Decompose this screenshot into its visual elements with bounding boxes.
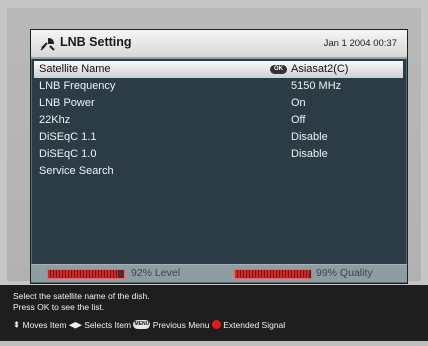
date-time: Jan 1 2004 00:37 bbox=[323, 38, 397, 49]
setting-row-diseqc-1-1[interactable]: DiSEqC 1.1 Disable bbox=[34, 129, 403, 146]
moves-item-label: Moves Item bbox=[22, 319, 67, 330]
satellite-dish-icon bbox=[40, 38, 55, 51]
setting-row-22khz[interactable]: 22Khz Off bbox=[34, 112, 403, 129]
level-bar bbox=[47, 269, 125, 279]
setting-value: On bbox=[291, 97, 306, 109]
level-bar-fill bbox=[48, 270, 118, 278]
previous-menu-label: Previous Menu bbox=[152, 319, 210, 330]
bottom-strip bbox=[0, 341, 428, 346]
signal-meter: 92% Level 99% Quality bbox=[31, 264, 407, 282]
setting-label: Service Search bbox=[39, 165, 114, 177]
setting-value: Disable bbox=[291, 148, 328, 160]
menu-button-icon: MENU bbox=[133, 320, 151, 330]
ok-button-icon: OK bbox=[270, 65, 287, 74]
setting-label: DiSEqC 1.0 bbox=[39, 148, 97, 160]
setting-label: Satellite Name bbox=[39, 63, 111, 75]
quality-text: 99% Quality bbox=[316, 267, 373, 279]
setting-row-lnb-power[interactable]: LNB Power On bbox=[34, 95, 403, 112]
lnb-setting-panel: LNB Setting Jan 1 2004 00:37 Satellite N… bbox=[30, 29, 408, 284]
red-button-icon bbox=[211, 320, 221, 330]
help-footer: Select the satellite name of the dish. P… bbox=[0, 285, 428, 346]
extended-signal-label: Extended Signal bbox=[223, 319, 286, 330]
setting-value: 5150 MHz bbox=[291, 80, 342, 92]
quality-bar-fill bbox=[235, 270, 311, 278]
setting-value: Off bbox=[291, 114, 306, 126]
page-title: LNB Setting bbox=[60, 35, 132, 49]
setting-value: Disable bbox=[291, 131, 328, 143]
setting-row-satellite-name[interactable]: Satellite Name OK Asiasat2(C) bbox=[34, 61, 403, 78]
left-right-arrows-icon: ◀▶ bbox=[68, 319, 82, 330]
setting-label: LNB Frequency bbox=[39, 80, 116, 92]
setting-label: LNB Power bbox=[39, 97, 95, 109]
setting-value: Asiasat2(C) bbox=[291, 63, 349, 75]
help-text-line-2: Press OK to see the list. bbox=[13, 302, 105, 312]
help-text-line-1: Select the satellite name of the dish. bbox=[13, 291, 150, 301]
setting-row-service-search[interactable]: Service Search bbox=[34, 163, 403, 180]
setting-label: DiSEqC 1.1 bbox=[39, 131, 97, 143]
setting-label: 22Khz bbox=[39, 114, 71, 126]
quality-bar bbox=[234, 269, 312, 279]
up-down-arrows-icon: ⬍ bbox=[13, 319, 21, 330]
selects-item-label: Selects Item bbox=[84, 319, 132, 330]
key-legend: ⬍ Moves Item ◀▶ Selects Item MENU Previo… bbox=[13, 319, 285, 330]
setting-row-lnb-frequency[interactable]: LNB Frequency 5150 MHz bbox=[34, 78, 403, 95]
panel-header: LNB Setting Jan 1 2004 00:37 bbox=[31, 30, 407, 59]
setting-row-diseqc-1-0[interactable]: DiSEqC 1.0 Disable bbox=[34, 146, 403, 163]
level-text: 92% Level bbox=[131, 267, 181, 279]
settings-list: Satellite Name OK Asiasat2(C) LNB Freque… bbox=[34, 61, 403, 180]
